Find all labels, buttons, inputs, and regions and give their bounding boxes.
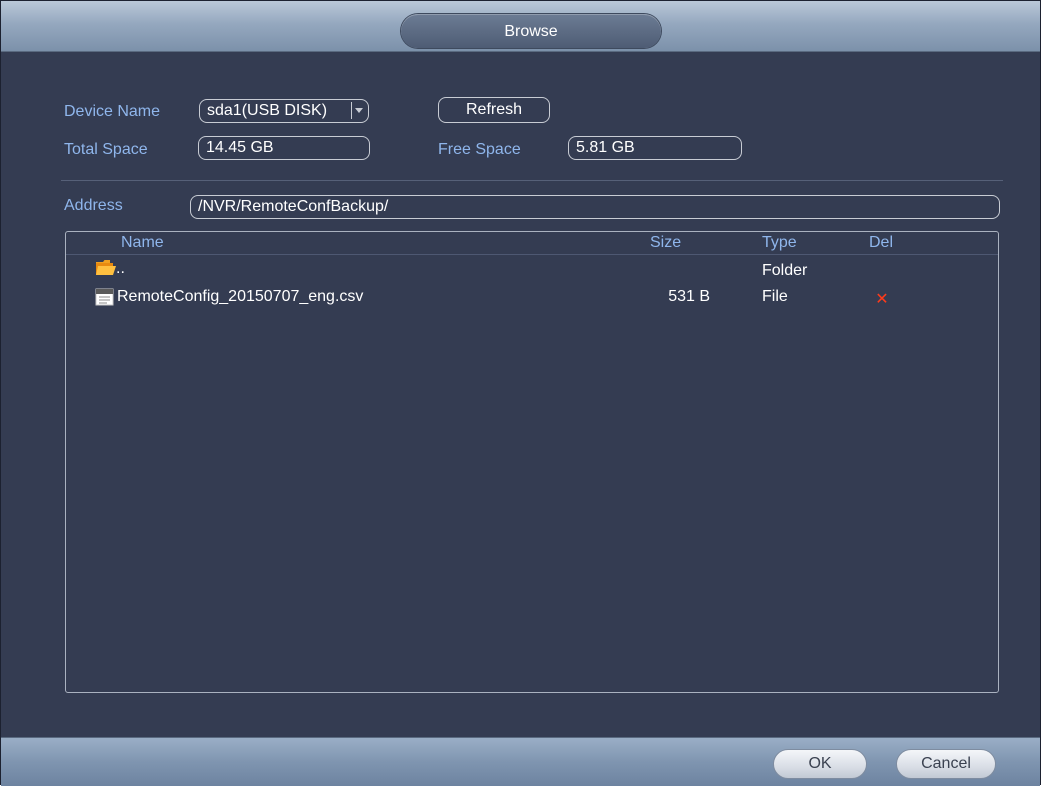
free-space-field: 5.81 GB	[568, 136, 742, 160]
cancel-button[interactable]: Cancel	[896, 749, 996, 779]
address-field[interactable]: /NVR/RemoteConfBackup/	[190, 195, 1000, 219]
device-name-value: sda1(USB DISK)	[207, 102, 328, 119]
file-size: 531 B	[668, 288, 710, 305]
free-space-label: Free Space	[438, 141, 521, 158]
delete-icon[interactable]: ✕	[874, 292, 890, 308]
chevron-down-icon[interactable]	[351, 102, 365, 119]
title-bar: Browse	[1, 1, 1040, 52]
total-space-field: 14.45 GB	[198, 136, 370, 160]
browse-dialog: Browse Device Name sda1(USB DISK) Refres…	[0, 0, 1041, 786]
file-type: Folder	[762, 262, 808, 279]
column-header-size: Size	[650, 234, 682, 251]
footer-bar: OK Cancel	[1, 737, 1040, 786]
divider	[61, 180, 1003, 181]
address-label: Address	[64, 197, 123, 214]
column-header-del: Del	[869, 234, 894, 251]
column-header-type: Type	[762, 234, 797, 251]
total-space-label: Total Space	[64, 141, 148, 158]
ok-button[interactable]: OK	[773, 749, 867, 779]
device-name-dropdown[interactable]: sda1(USB DISK)	[199, 99, 369, 123]
file-table: Name Size Type Del .. Folder RemoteConfi…	[65, 231, 999, 693]
file-type: File	[762, 288, 788, 305]
refresh-button[interactable]: Refresh	[438, 97, 550, 123]
header-divider	[66, 254, 998, 255]
folder-icon	[96, 260, 116, 275]
file-name: ..	[116, 260, 125, 277]
table-row[interactable]: .. Folder	[66, 257, 998, 279]
table-row[interactable]: RemoteConfig_20150707_eng.csv 531 B File…	[66, 287, 998, 309]
file-name: RemoteConfig_20150707_eng.csv	[117, 288, 364, 305]
file-icon	[95, 288, 114, 306]
device-name-label: Device Name	[64, 103, 161, 120]
dialog-title: Browse	[504, 23, 558, 40]
column-header-name: Name	[121, 234, 164, 251]
